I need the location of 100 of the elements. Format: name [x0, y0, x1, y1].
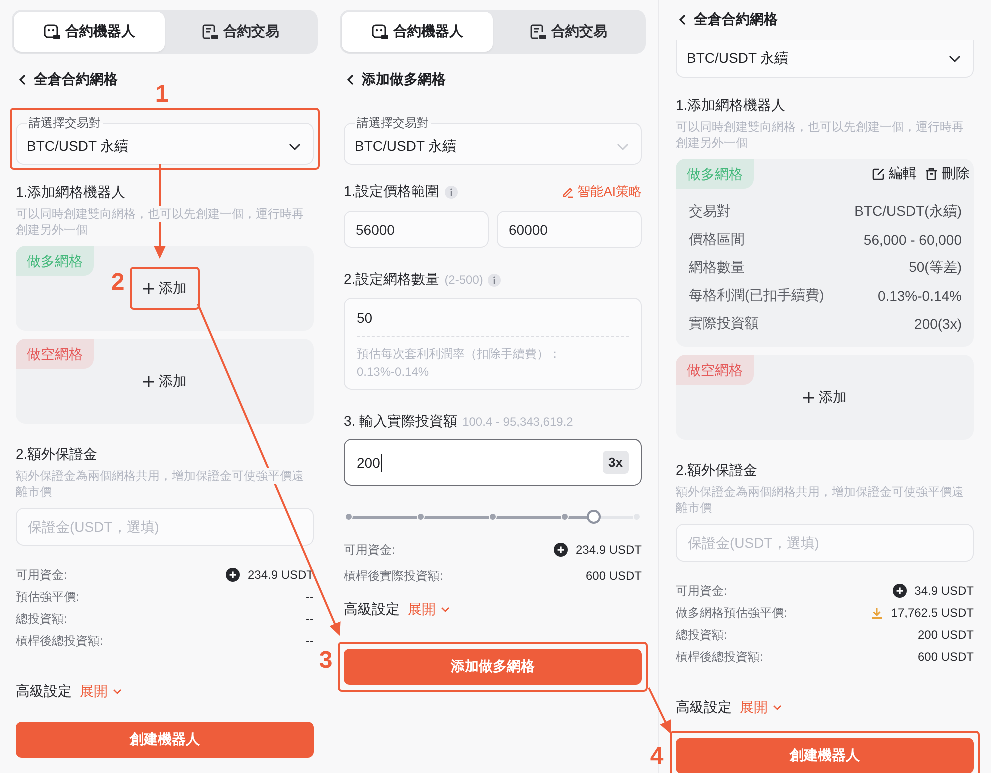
info-icon	[488, 274, 502, 286]
summary-value: --	[306, 612, 314, 626]
summary-value: 234.9 USDT	[576, 543, 642, 557]
step-dot-icon[interactable]	[561, 513, 569, 521]
detail-label: 實際投資額	[689, 315, 759, 333]
plus-circle-icon[interactable]	[554, 543, 568, 557]
robot-icon	[44, 24, 60, 40]
down-arrow-icon	[871, 607, 884, 619]
summary-value: 17,762.5 USDT	[891, 606, 974, 620]
step-dot-icon[interactable]	[345, 513, 353, 521]
amount-input[interactable]: 200	[357, 452, 382, 474]
plus-icon	[803, 392, 815, 404]
slider-thumb[interactable]	[586, 510, 601, 524]
summary-label: 槓桿後總投資額:	[16, 632, 104, 650]
summary-label: 槓桿後總投資額:	[676, 648, 764, 666]
summary-value: 234.9 USDT	[248, 568, 314, 582]
back-button[interactable]: 全倉合約網格	[676, 10, 778, 30]
step-dot-icon[interactable]	[489, 513, 497, 521]
summary-label: 槓桿後實際投資額:	[344, 568, 444, 584]
document-icon	[202, 24, 218, 40]
price-input[interactable]: 56000	[344, 211, 489, 248]
section-title: 1.添加網格機器人	[16, 183, 127, 202]
detail-value: 200(3x)	[914, 316, 962, 332]
robot-icon	[372, 24, 388, 40]
step-number: 1	[155, 83, 169, 107]
grid-type-tag: 做多網格	[676, 159, 754, 189]
summary-value: --	[306, 634, 314, 648]
profit-estimate-label: 預估每次套利利潤率（扣除手續費）：	[357, 346, 562, 363]
summary-value: 600 USDT	[918, 650, 974, 664]
detail-label: 交易對	[689, 203, 731, 221]
margin-input[interactable]: 保證金(USDT，選填)	[16, 508, 314, 546]
leverage-button[interactable]: 3x	[602, 451, 629, 474]
grid-count-field[interactable]: 50 預估每次套利利潤率（扣除手續費）： 0.13%-0.14%	[344, 298, 642, 390]
chevron-left-icon	[347, 74, 354, 86]
advanced-settings-label: 高級設定	[676, 699, 732, 717]
info-icon	[444, 186, 458, 198]
range-hint: 100.4 - 95,343,619.2	[462, 415, 574, 429]
summary-label: 預估強平價:	[16, 588, 80, 606]
advanced-settings-label: 高級設定	[16, 683, 72, 701]
trading-pair-select[interactable]: 請選擇交易對 BTC/USDT 永續	[16, 116, 314, 165]
summary-value: --	[306, 590, 314, 604]
plus-circle-icon[interactable]	[892, 584, 907, 598]
detail-value: 50(等差)	[909, 259, 962, 277]
add-button[interactable]: 添加	[803, 388, 847, 407]
tab[interactable]: 合約機器人	[14, 12, 165, 52]
edit-button[interactable]: 編輯	[872, 165, 917, 183]
chevron-left-icon	[679, 14, 686, 26]
summary-label: 做多網格預估強平價:	[676, 604, 788, 622]
chevron-down-icon	[289, 143, 301, 151]
advanced-settings-label: 高級設定	[344, 601, 400, 619]
summary-value: 200 USDT	[918, 628, 974, 642]
pencil-icon	[562, 186, 574, 198]
margin-input[interactable]: 保證金(USDT，選填)	[676, 524, 974, 562]
back-button[interactable]: 添加做多網格	[344, 70, 446, 90]
edit-icon	[872, 168, 885, 180]
add-button[interactable]: 添加	[143, 372, 187, 391]
section-title: 1.添加網格機器人	[676, 96, 787, 115]
field-title: 2.設定網格數量	[344, 271, 440, 289]
summary-label: 可用資金:	[16, 566, 68, 584]
tab[interactable]: 合約交易	[165, 12, 316, 52]
chevron-down-icon	[113, 689, 122, 695]
tab[interactable]: 合約機器人	[342, 12, 493, 52]
price-input[interactable]: 60000	[497, 211, 642, 248]
plus-icon	[143, 282, 155, 294]
document-icon	[530, 24, 546, 40]
chevron-left-icon	[19, 74, 26, 86]
plus-icon	[143, 376, 155, 388]
add-button[interactable]: 添加	[143, 279, 187, 298]
trading-pair-select[interactable]: BTC/USDT 永續	[676, 40, 974, 78]
grid-count-input[interactable]: 50	[357, 299, 629, 336]
field-title: 1.設定價格範圍	[344, 183, 440, 201]
detail-label: 網格數量	[689, 259, 745, 277]
step-number: 2	[111, 271, 125, 295]
section-title: 2.額外保證金	[16, 445, 99, 464]
detail-label: 每格利潤(已扣手續費)	[689, 287, 824, 305]
summary-label: 可用資金:	[344, 542, 396, 558]
detail-value: BTC/USDT(永續)	[854, 203, 962, 221]
range-hint: (2-500)	[444, 273, 484, 287]
summary-value: 600 USDT	[586, 569, 642, 583]
detail-value: 56,000 - 60,000	[864, 232, 962, 248]
chevron-down-icon	[441, 607, 450, 613]
chevron-down-icon	[773, 705, 782, 711]
summary-label: 總投資額:	[16, 610, 68, 628]
summary-value: 34.9 USDT	[914, 584, 974, 598]
step-dot-icon[interactable]	[417, 513, 425, 521]
grid-type-tag: 做多網格	[16, 246, 94, 276]
detail-value: 0.13%-0.14%	[878, 288, 962, 304]
step-number: 4	[650, 745, 664, 769]
detail-label: 價格區間	[689, 231, 745, 249]
chevron-down-icon	[949, 54, 961, 62]
back-button[interactable]: 全倉合約網格	[16, 70, 118, 90]
field-title: 3. 輸入實際投資額	[344, 413, 458, 431]
text-cursor-icon	[381, 454, 382, 472]
grid-type-tag: 做空網格	[16, 339, 94, 369]
step-number: 3	[319, 649, 333, 673]
delete-button[interactable]: 刪除	[925, 165, 970, 183]
section-title: 2.額外保證金	[676, 461, 759, 480]
amount-field[interactable]: 200 3x	[344, 439, 642, 486]
tab[interactable]: 合約交易	[493, 12, 644, 52]
plus-circle-icon[interactable]	[226, 568, 240, 582]
